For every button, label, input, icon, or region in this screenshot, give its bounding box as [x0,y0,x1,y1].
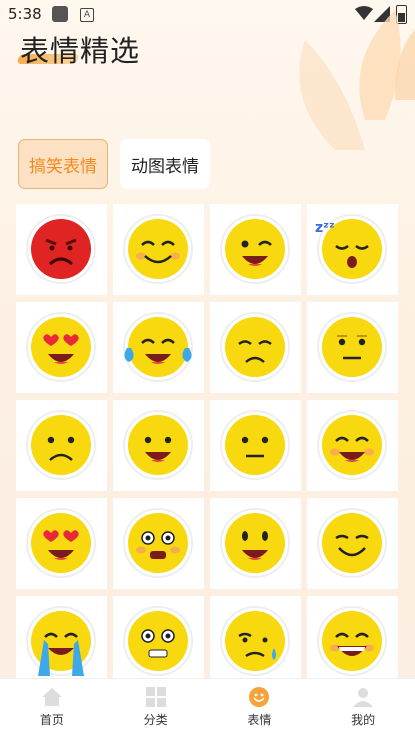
nav-emoji[interactable]: 表情 [208,679,312,739]
open-smile-face-icon [220,508,290,578]
nav-home[interactable]: 首页 [0,679,104,739]
emoji-cell[interactable] [16,302,107,393]
frowning-face-icon [26,410,96,480]
sleeping-face-icon: zᶻᶻ [315,214,387,284]
emoji-cell[interactable] [210,498,301,589]
emoji-cell[interactable] [210,596,301,680]
straight-face-icon [220,410,290,480]
svg-text:zᶻᶻ: zᶻᶻ [315,220,335,236]
nav-home-label: 首页 [39,713,64,727]
notification-icon [52,6,68,22]
neutral-face-icon [317,312,387,382]
status-time: 5:38 [8,5,42,23]
tab-funny[interactable]: 搞笑表情 [18,139,108,189]
user-icon [353,688,374,707]
text-notification-icon: A [80,8,94,22]
bottom-nav: 首页 分类 表情 我的 [0,678,415,739]
emoji-cell[interactable] [113,204,204,295]
emoji-cell[interactable] [210,204,301,295]
emoji-cell[interactable] [16,596,107,680]
content-face-icon [317,508,387,578]
emoji-grid: zᶻᶻ [16,204,400,680]
emoji-cell[interactable] [210,302,301,393]
cold-sweat-face-icon [220,606,290,676]
emoji-cell[interactable] [113,596,204,680]
emoji-cell[interactable] [16,498,107,589]
tab-bar: 搞笑表情 动图表情 [18,139,210,189]
home-icon [41,688,62,706]
nav-category-label: 分类 [143,713,168,727]
emoji-cell[interactable] [113,400,204,491]
crying-face-icon [26,606,96,676]
emoji-cell[interactable] [210,400,301,491]
winking-face-icon [220,214,290,284]
grid-icon [145,687,166,707]
heart-eyes-face-icon [26,508,96,578]
nav-category[interactable]: 分类 [104,679,208,739]
worried-face-icon [123,606,193,676]
emoji-cell[interactable] [16,400,107,491]
angry-face-icon [26,214,96,284]
nav-mine[interactable]: 我的 [311,679,415,739]
emoji-cell[interactable]: zᶻᶻ [307,204,398,295]
nav-mine-label: 我的 [351,713,376,727]
big-grin-face-icon [317,606,387,676]
emoji-cell[interactable] [307,596,398,680]
emoji-cell[interactable] [113,302,204,393]
grinning-face-icon [317,410,387,480]
smiley-icon [249,687,270,707]
emoji-cell[interactable] [16,204,107,295]
tab-animated[interactable]: 动图表情 [120,139,210,189]
page-title: 表情精选 [20,34,141,68]
decorative-leaves [299,10,415,150]
nav-emoji-label: 表情 [247,713,272,727]
emoji-cell[interactable] [307,498,398,589]
surprised-face-icon [123,508,193,578]
laughing-tears-face-icon [123,312,193,382]
emoji-cell[interactable] [307,302,398,393]
heart-eyes-face-icon [26,312,96,382]
emoji-cell[interactable] [307,400,398,491]
smiling-blush-face-icon [123,214,193,284]
sad-face-icon [220,312,290,382]
smiling-face-icon [123,410,193,480]
emoji-cell[interactable] [113,498,204,589]
